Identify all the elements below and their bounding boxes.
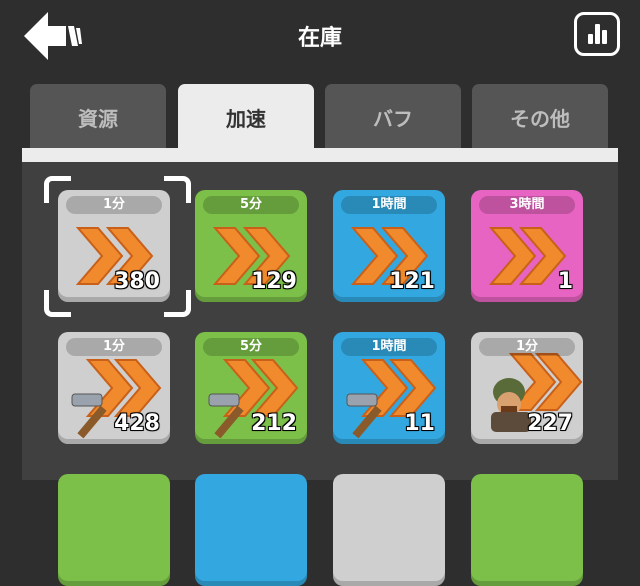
- item-duration-label: 1時間: [341, 196, 437, 214]
- item-partial[interactable]: [58, 474, 170, 586]
- item-count: 121: [389, 269, 435, 294]
- item-partial[interactable]: [195, 474, 307, 586]
- header: 在庫: [0, 0, 640, 78]
- item-build-speedup-5min[interactable]: 5分 212: [195, 332, 307, 444]
- item-count: 1: [557, 269, 573, 294]
- item-build-speedup-1hour[interactable]: 1時間 11: [333, 332, 445, 444]
- item-duration-label: 5分: [203, 196, 299, 214]
- tab-buffs[interactable]: バフ: [325, 84, 461, 150]
- item-speedup-1min[interactable]: 1分 380: [58, 190, 170, 302]
- item-partial[interactable]: [471, 474, 583, 586]
- item-count: 129: [251, 269, 297, 294]
- page-title: 在庫: [297, 26, 342, 51]
- tab-other[interactable]: その他: [472, 84, 608, 150]
- item-speedup-3hour[interactable]: 3時間 1: [471, 190, 583, 302]
- tab-speedups[interactable]: 加速: [178, 84, 314, 150]
- tab-underline: [22, 148, 618, 162]
- item-duration-label: 1分: [66, 196, 162, 214]
- item-duration-label: 1時間: [341, 338, 437, 356]
- tab-resources[interactable]: 資源: [30, 84, 166, 150]
- item-build-speedup-1min[interactable]: 1分 428: [58, 332, 170, 444]
- item-count: 227: [527, 411, 573, 436]
- item-partial[interactable]: [333, 474, 445, 586]
- item-duration-label: 1分: [66, 338, 162, 356]
- stats-button[interactable]: [574, 12, 620, 56]
- item-count: 212: [251, 411, 297, 436]
- item-speedup-1hour[interactable]: 1時間 121: [333, 190, 445, 302]
- item-duration-label: 3時間: [479, 196, 575, 214]
- item-duration-label: 5分: [203, 338, 299, 356]
- item-training-speedup-1min[interactable]: 1分 227: [471, 332, 583, 444]
- item-count: 11: [404, 411, 435, 436]
- item-duration-label: 1分: [479, 338, 575, 356]
- category-tabs: 資源 加速 バフ その他: [30, 84, 610, 150]
- item-speedup-5min[interactable]: 5分 129: [195, 190, 307, 302]
- item-count: 380: [114, 269, 160, 294]
- item-count: 428: [114, 411, 160, 436]
